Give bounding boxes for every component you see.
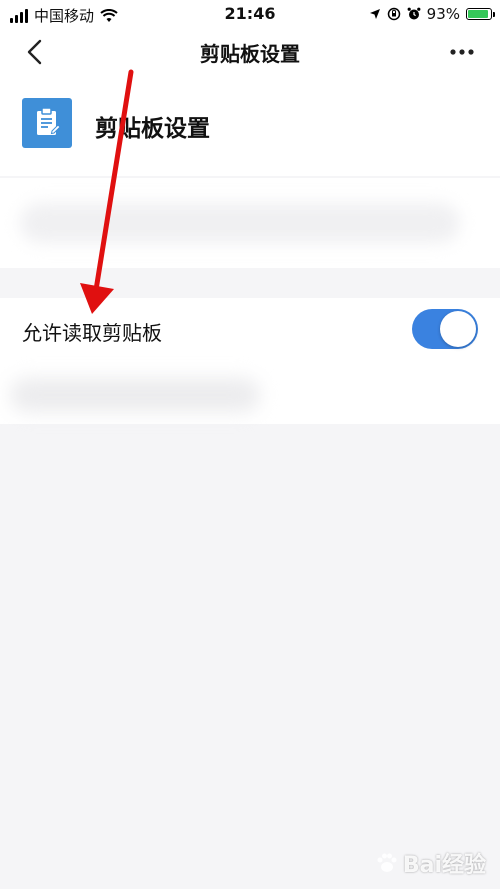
blurred-content-2 bbox=[10, 378, 260, 412]
more-dots-icon[interactable] bbox=[444, 38, 480, 66]
toggle-knob bbox=[440, 311, 476, 347]
allow-clipboard-setting-row: 允许读取剪贴板 bbox=[0, 298, 500, 360]
clipboard-icon bbox=[22, 98, 72, 148]
orientation-lock-icon bbox=[387, 7, 400, 21]
blurred-section bbox=[0, 178, 500, 268]
baidu-watermark: Bai经验 bbox=[375, 847, 486, 879]
battery-fill bbox=[468, 10, 489, 18]
watermark-text: Bai经验 bbox=[402, 853, 486, 878]
paw-icon bbox=[377, 853, 397, 872]
location-icon bbox=[369, 9, 380, 19]
status-right: 93% bbox=[369, 5, 495, 23]
allow-clipboard-toggle[interactable] bbox=[412, 309, 478, 349]
app-title: 剪贴板设置 bbox=[95, 116, 210, 142]
status-bar: 中国移动 21:46 93% bbox=[0, 0, 500, 28]
app-header: 剪贴板设置 bbox=[0, 76, 500, 176]
battery-icon bbox=[466, 8, 495, 20]
page-title: 剪贴板设置 bbox=[200, 42, 300, 66]
blurred-content bbox=[20, 203, 460, 243]
setting-label: 允许读取剪贴板 bbox=[22, 321, 162, 345]
nav-bar: 剪贴板设置 bbox=[0, 28, 500, 76]
battery-percent: 93% bbox=[426, 5, 460, 23]
alarm-icon bbox=[407, 7, 421, 20]
blurred-section-2 bbox=[0, 360, 500, 424]
